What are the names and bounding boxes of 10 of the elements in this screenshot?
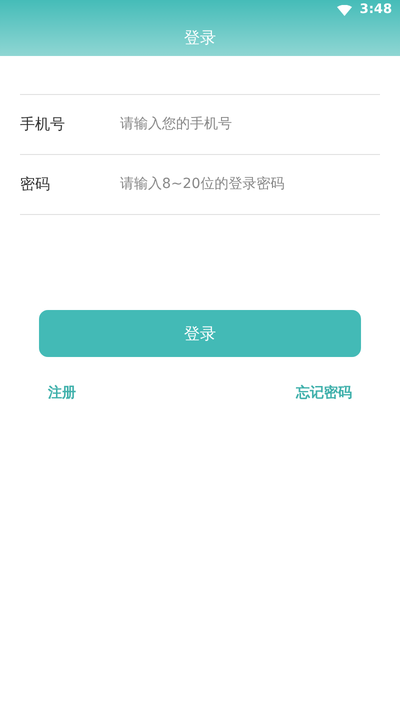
- text-link[interactable]: 注册: [48, 383, 76, 404]
- field-label: 手机号: [20, 114, 66, 136]
- wifi-icon: [336, 4, 352, 16]
- input-field[interactable]: 请输入8~20位的登录密码: [118, 173, 380, 196]
- input-field[interactable]: 请输入您的手机号: [118, 113, 380, 136]
- text-link[interactable]: 忘记密码: [296, 383, 352, 404]
- login-button[interactable]: 登录: [39, 310, 361, 357]
- status-time: 3:48: [360, 1, 392, 20]
- page-title: 登录: [184, 28, 216, 48]
- field-label: 密码: [20, 174, 51, 196]
